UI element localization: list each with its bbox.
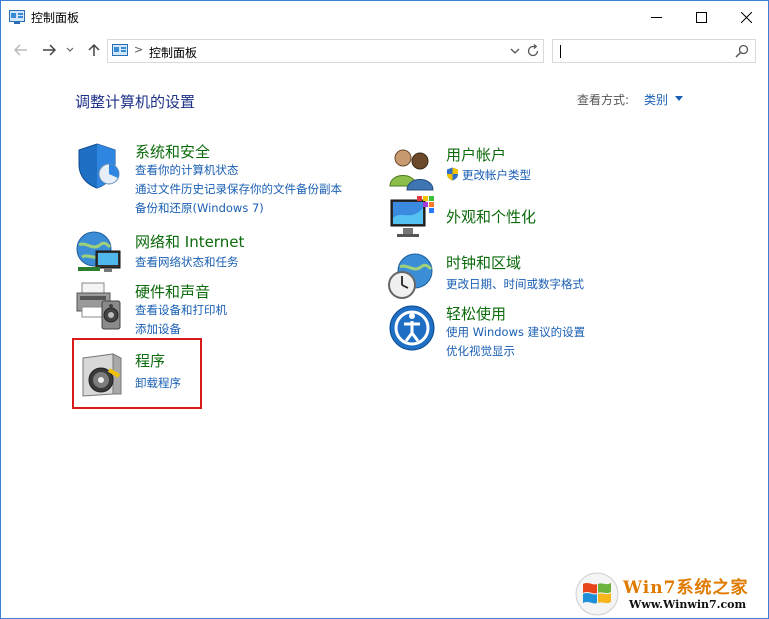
control-panel-icon	[112, 44, 128, 56]
back-button[interactable]	[10, 39, 32, 61]
category-clock-region[interactable]: 时钟和区域	[446, 252, 521, 273]
breadcrumb-control-panel[interactable]: 控制面板	[149, 44, 197, 61]
arrow-right-icon	[43, 44, 56, 56]
search-icon[interactable]	[735, 44, 749, 58]
clock-globe-icon[interactable]	[387, 251, 437, 301]
maximize-icon	[695, 11, 707, 23]
link-add-device[interactable]: 添加设备	[135, 321, 181, 337]
breadcrumb-separator[interactable]: >	[134, 43, 143, 56]
minimize-button[interactable]	[633, 1, 679, 33]
close-icon	[740, 11, 752, 23]
view-by-dropdown[interactable]: 类别	[644, 91, 668, 108]
watermark-url: Www.Winwin7.com	[629, 598, 747, 611]
category-network-internet[interactable]: 网络和 Internet	[135, 231, 244, 252]
forward-button[interactable]	[38, 39, 60, 61]
arrow-up-icon	[88, 43, 100, 56]
link-optimize-visual-display[interactable]: 优化视觉显示	[446, 343, 515, 359]
text-caret	[560, 45, 561, 58]
category-ease-of-access[interactable]: 轻松使用	[446, 303, 506, 324]
shield-icon[interactable]	[75, 141, 125, 191]
uac-shield-icon	[447, 167, 458, 181]
control-panel-icon	[9, 10, 25, 24]
window-title: 控制面板	[31, 11, 80, 25]
link-devices-printers[interactable]: 查看设备和打印机	[135, 302, 227, 318]
watermark-brand: Win7系统之家	[623, 578, 749, 598]
link-change-date-time-format[interactable]: 更改日期、时间或数字格式	[446, 276, 584, 292]
category-appearance-personalization[interactable]: 外观和个性化	[446, 206, 536, 227]
link-windows-recommended-settings[interactable]: 使用 Windows 建议的设置	[446, 324, 585, 340]
chevron-down-icon	[66, 47, 74, 52]
network-globe-icon[interactable]	[74, 227, 124, 277]
user-accounts-icon[interactable]	[387, 144, 437, 194]
control-panel-window: 控制面板 > 控制面板 调整计算机的设置 查看方式: 类别 系统和安全 查看你的…	[0, 0, 769, 619]
link-view-computer-status[interactable]: 查看你的计算机状态	[135, 162, 239, 178]
windows-logo-icon	[575, 572, 619, 616]
dropdown-caret-icon[interactable]	[675, 96, 683, 101]
view-by-label: 查看方式:	[577, 93, 630, 107]
up-button[interactable]	[83, 39, 105, 61]
category-user-accounts[interactable]: 用户帐户	[446, 144, 506, 165]
close-button[interactable]	[723, 1, 768, 33]
link-network-status[interactable]: 查看网络状态和任务	[135, 254, 239, 270]
maximize-button[interactable]	[678, 1, 724, 33]
ease-of-access-icon[interactable]	[387, 303, 437, 353]
link-backup-restore-win7[interactable]: 备份和还原(Windows 7)	[135, 200, 264, 216]
arrow-left-icon	[14, 44, 27, 56]
chevron-down-icon[interactable]	[508, 44, 522, 58]
search-input[interactable]	[552, 39, 756, 63]
link-change-account-type[interactable]: 更改帐户类型	[462, 167, 531, 183]
category-hardware-sound[interactable]: 硬件和声音	[135, 281, 210, 302]
address-bar[interactable]: > 控制面板	[107, 39, 544, 63]
recent-locations-button[interactable]	[63, 39, 77, 61]
category-system-security[interactable]: 系统和安全	[135, 141, 210, 162]
highlight-box	[72, 338, 202, 409]
minimize-icon	[650, 16, 662, 18]
refresh-icon[interactable]	[526, 44, 540, 58]
link-file-history-backup[interactable]: 通过文件历史记录保存你的文件备份副本	[135, 181, 342, 197]
printer-icon[interactable]	[74, 281, 124, 331]
page-title: 调整计算机的设置	[75, 93, 196, 111]
title-bar[interactable]: 控制面板	[1, 1, 768, 35]
appearance-monitor-icon[interactable]	[387, 194, 437, 244]
